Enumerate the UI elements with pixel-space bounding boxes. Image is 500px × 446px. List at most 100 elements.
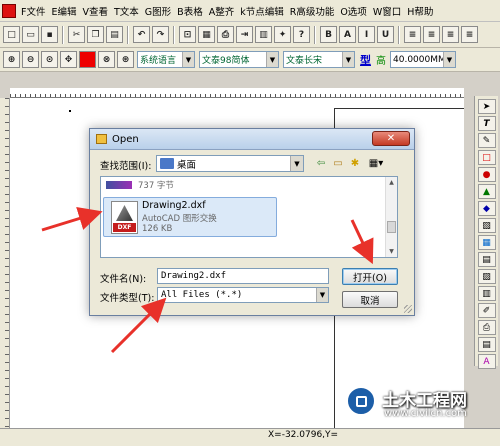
text-a-icon[interactable]: A [339,26,356,43]
rectangle-tool-icon[interactable]: □ [477,150,496,165]
color-red-icon[interactable] [79,51,96,68]
zoom-page-icon[interactable]: ⊛ [117,51,134,68]
cancel-button[interactable]: 取消 [342,291,398,308]
align-right-icon[interactable]: ≡ [442,26,459,43]
transform-tool-icon[interactable]: ◆ [477,201,496,216]
scroll-thumb[interactable] [387,221,396,233]
back-arrow-icon[interactable]: ⇦ [314,156,328,170]
language-value: 系统语言 [140,56,177,66]
copy-icon[interactable]: ❐ [87,26,104,43]
format-toolbar: ⊕ ⊖ ⊙ ✥ ⊗ ⊛ 系统语言 ▼ 文泰98简体 ▼ 文泰长宋 ▼ 型 高 4… [0,48,500,72]
pointer-tool-icon[interactable]: ➤ [477,99,496,114]
fit-icon[interactable]: ⊡ [179,26,196,43]
chevron-down-icon: ▼ [290,156,303,171]
move-icon[interactable]: ✥ [60,51,77,68]
save-icon[interactable]: ▪ [41,26,58,43]
char-tool-icon[interactable]: A [477,354,496,369]
file-size: 126 KB [142,224,173,234]
menu-graphics[interactable]: G图形 [142,4,174,18]
help-icon[interactable]: ? [293,26,310,43]
bulb-icon[interactable]: ✦ [274,26,291,43]
zoom-in-icon[interactable]: ⊕ [3,51,20,68]
shapes-icon[interactable]: ▦ [198,26,215,43]
zoom-out-icon[interactable]: ⊖ [22,51,39,68]
edit-tool-icon[interactable]: ✐ [477,303,496,318]
justify-icon[interactable]: ≡ [461,26,478,43]
toolbar-separator [314,25,316,44]
toolbar-separator [127,25,129,44]
chevron-down-icon: ▼ [182,52,194,67]
app-logo-icon [2,3,16,18]
image-tool-icon[interactable]: ▨ [477,269,496,284]
menu-edit[interactable]: E编辑 [48,4,79,18]
filename-input[interactable]: Drawing2.dxf [157,268,329,284]
paste-icon[interactable]: ▤ [106,26,123,43]
autocad-logo [116,205,133,221]
align-center-icon[interactable]: ≡ [423,26,440,43]
menu-window[interactable]: W窗口 [370,4,404,18]
bold-icon[interactable]: B [320,26,337,43]
toolbar-separator [398,25,400,44]
format-tool-icon[interactable]: ▤ [477,337,496,352]
new-file-icon[interactable]: □ [3,26,20,43]
menu-help[interactable]: H帮助 [404,4,436,18]
print-icon[interactable]: ⎙ [217,26,234,43]
filename-label: 文件名(N): [100,274,147,285]
up-folder-icon[interactable]: ▭ [331,156,345,170]
grid-tool-icon[interactable]: ▤ [477,252,496,267]
pen-tool-icon[interactable]: ✎ [477,133,496,148]
zoom-fit-icon[interactable]: ⊙ [41,51,58,68]
open-folder-icon[interactable]: ▭ [22,26,39,43]
menu-view[interactable]: V查看 [79,4,111,18]
underline-icon[interactable]: U [377,26,394,43]
filetype-select[interactable]: All Files (*.*) ▼ [157,287,329,303]
scroll-down-icon[interactable]: ▼ [386,246,397,257]
menu-table[interactable]: B表格 [174,4,206,18]
new-folder-icon[interactable]: ✱ [348,156,362,170]
language-select[interactable]: 系统语言 ▼ [137,51,195,68]
barcode-tool-icon[interactable]: ▥ [477,286,496,301]
look-in-label: 查找范围(I): [100,161,152,172]
look-in-select[interactable]: 桌面 ▼ [156,155,304,172]
folder-icon [96,134,107,144]
open-button[interactable]: 打开(O) [342,268,398,285]
italic-icon[interactable]: I [358,26,375,43]
type-label[interactable]: 型 [360,52,371,68]
font-family-select[interactable]: 文泰98简体 ▼ [199,51,279,68]
fill-tool-icon[interactable]: ▲ [477,184,496,199]
resize-grip-icon[interactable] [404,305,412,313]
desktop-icon [160,158,174,169]
menu-node-edit[interactable]: k节点编辑 [237,4,287,18]
undo-icon[interactable]: ↶ [133,26,150,43]
look-in-value: 桌面 [177,159,197,171]
menu-align[interactable]: A整齐 [206,4,238,18]
selected-file-item[interactable]: DXF Drawing2.dxf AutoCAD 图形交换 126 KB [103,197,277,237]
view-menu-icon[interactable]: ▦▾ [365,156,387,170]
layers-tool-icon[interactable]: ▧ [477,218,496,233]
table-icon[interactable]: ▥ [255,26,272,43]
menu-file[interactable]: F文件 [18,4,48,18]
menu-text[interactable]: T文本 [111,4,142,18]
print-tool-icon[interactable]: ⎙ [477,320,496,335]
dialog-title-bar[interactable]: Open ✕ [90,129,414,150]
menu-advanced[interactable]: R高级功能 [287,4,338,18]
scroll-up-icon[interactable]: ▲ [386,177,397,188]
menu-options[interactable]: O选项 [337,4,369,18]
list-item[interactable]: 737 字节 [103,179,193,191]
height-select[interactable]: 40.0000MM ▼ [390,51,456,68]
redo-icon[interactable]: ↷ [152,26,169,43]
cursor-coordinates: X=-32.0796,Y= [268,430,339,440]
zoom-region-icon[interactable]: ⊗ [98,51,115,68]
shape-tool-icon[interactable]: ● [477,167,496,182]
export-icon[interactable]: ⇥ [236,26,253,43]
text-tool-icon[interactable]: T [477,116,496,131]
file-list[interactable]: 737 字节 DXF Drawing2.dxf AutoCAD 图形交换 126… [100,176,398,258]
font-style-select[interactable]: 文泰长宋 ▼ [283,51,355,68]
font-family-value: 文泰98简体 [202,56,250,66]
font-style-value: 文泰长宋 [286,56,323,66]
table-tool-icon[interactable]: ▦ [477,235,496,250]
close-button[interactable]: ✕ [372,131,410,146]
cut-icon[interactable]: ✂ [68,26,85,43]
file-list-scrollbar[interactable]: ▲ ▼ [385,177,397,257]
align-left-icon[interactable]: ≡ [404,26,421,43]
